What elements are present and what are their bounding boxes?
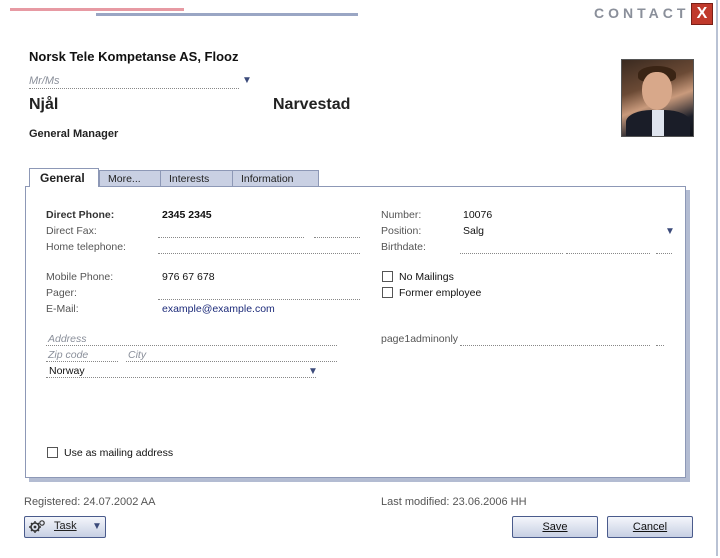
task-label: Task (54, 520, 77, 532)
pager-field[interactable] (158, 299, 360, 300)
home-phone-field[interactable] (158, 253, 360, 254)
general-panel (25, 186, 686, 478)
job-title-field[interactable]: General Manager (29, 128, 118, 140)
tab-more[interactable]: More... (99, 170, 161, 187)
tab-interests[interactable]: Interests (160, 170, 233, 187)
custom-field-label: page1adminonly (381, 333, 459, 345)
home-phone-label: Home telephone: (46, 241, 126, 253)
birthdate-label: Birthdate: (381, 241, 426, 253)
chevron-down-icon[interactable]: ▼ (242, 75, 252, 86)
address-placeholder: Address (48, 333, 87, 345)
window-title: CONTACT (594, 5, 690, 21)
direct-fax-field[interactable] (158, 237, 304, 238)
registered-info: Registered: 24.07.2002 AA (24, 496, 156, 508)
direct-fax-label: Direct Fax: (46, 225, 97, 237)
number-label: Number: (381, 209, 422, 221)
tab-information[interactable]: Information (232, 170, 319, 187)
pager-label: Pager: (46, 287, 77, 299)
last-modified-info: Last modified: 23.06.2006 HH (381, 496, 527, 508)
former-employee-checkbox[interactable] (382, 287, 393, 298)
close-icon[interactable]: X (691, 3, 713, 25)
last-name-field[interactable]: Narvestad (273, 96, 350, 114)
tab-general[interactable]: General (29, 168, 99, 187)
cancel-label: Cancel (632, 521, 668, 533)
header-decoration-blue (96, 13, 358, 16)
photo-face (642, 72, 672, 110)
birthdate-field[interactable] (460, 253, 563, 254)
position-label: Position: (381, 225, 422, 237)
direct-fax-ext-field[interactable] (314, 237, 360, 238)
zip-placeholder: Zip code (48, 349, 89, 361)
mobile-phone-field[interactable]: 976 67 678 (162, 271, 215, 283)
city-placeholder: City (128, 349, 147, 361)
task-gear-icon (29, 520, 45, 533)
save-label: Save (542, 521, 568, 533)
number-field[interactable]: 10076 (463, 209, 492, 221)
first-name-field[interactable]: Njål (29, 96, 58, 114)
country-select[interactable]: Norway (49, 365, 85, 377)
contact-photo[interactable] (621, 59, 694, 137)
no-mailings-checkbox[interactable] (382, 271, 393, 282)
mobile-phone-label: Mobile Phone: (46, 271, 114, 283)
header-decoration-pink (10, 8, 184, 11)
email-link[interactable]: example@example.com (162, 303, 275, 315)
custom-field-2[interactable] (656, 345, 664, 346)
company-name[interactable]: Norsk Tele Kompetanse AS, Flooz (29, 49, 239, 64)
address-field[interactable] (46, 345, 337, 346)
email-label: E-Mail: (46, 303, 79, 315)
mailing-address-checkbox[interactable] (47, 447, 58, 458)
chevron-down-icon[interactable]: ▼ (665, 226, 675, 237)
birthdate-field-2[interactable] (566, 253, 650, 254)
country-underline (46, 377, 316, 378)
direct-phone-field[interactable]: 2345 2345 (162, 209, 212, 221)
custom-field[interactable] (460, 345, 650, 346)
direct-phone-label: Direct Phone: (46, 209, 115, 221)
photo-shirt (652, 110, 664, 136)
no-mailings-label: No Mailings (399, 271, 454, 283)
chevron-down-icon[interactable]: ▼ (92, 521, 102, 532)
salutation-field[interactable]: Mr/Ms (29, 75, 239, 89)
position-select[interactable]: Salg (463, 225, 484, 237)
zip-field[interactable] (46, 361, 118, 362)
city-field[interactable] (126, 361, 337, 362)
birthdate-field-3[interactable] (656, 253, 672, 254)
former-employee-label: Former employee (399, 287, 482, 299)
salutation-placeholder: Mr/Ms (29, 75, 60, 87)
save-button[interactable]: Save (512, 516, 598, 538)
mailing-address-label: Use as mailing address (64, 447, 174, 459)
chevron-down-icon[interactable]: ▼ (308, 366, 318, 377)
cancel-button[interactable]: Cancel (607, 516, 693, 538)
